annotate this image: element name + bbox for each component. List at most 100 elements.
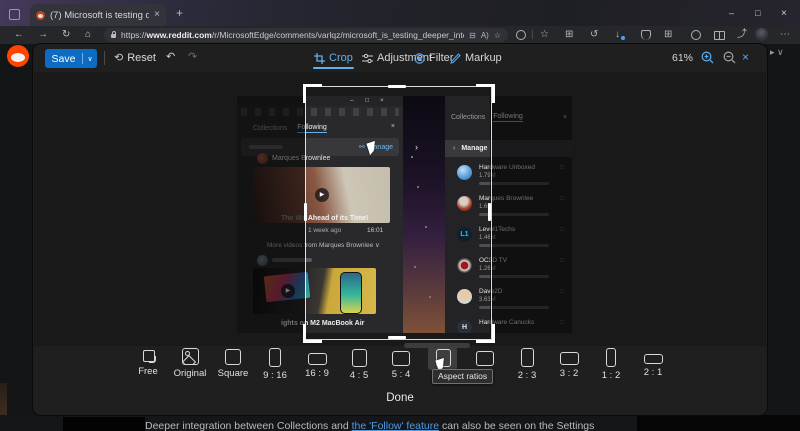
ratio-4-5-icon: [352, 349, 367, 367]
browser-tab[interactable]: (7) Microsoft is testing deeper in... ×: [30, 4, 166, 26]
crop-handle-top-right[interactable]: [476, 84, 495, 103]
shield-icon[interactable]: [641, 30, 651, 40]
settings-more-icon[interactable]: ⋯: [780, 29, 790, 40]
ratio-9-16-icon: [269, 348, 281, 367]
markup-pen-icon: [450, 53, 461, 64]
redo-icon[interactable]: ↷: [188, 51, 197, 63]
aspect-original[interactable]: Original: [171, 348, 209, 386]
adjustment-icon: [362, 53, 373, 64]
square-icon: [225, 349, 241, 365]
collections-icon[interactable]: ⊞: [565, 29, 573, 40]
crop-handle-top-left[interactable]: [303, 84, 322, 103]
aspect-2-1[interactable]: 2 : 1: [634, 348, 672, 386]
toolbar-divider: [532, 30, 533, 39]
tab-close-icon[interactable]: ×: [154, 10, 160, 20]
reset-icon: ⟲: [114, 52, 123, 64]
aspect-free[interactable]: Free: [129, 348, 167, 386]
aspect-label: 5 : 4: [382, 369, 420, 380]
split-screen-icon[interactable]: [714, 31, 725, 40]
aspect-3-2[interactable]: 3 : 2: [550, 348, 588, 386]
favorites-icon[interactable]: ☆: [540, 29, 549, 40]
bottom-text-post: can also be seen on the Settings: [439, 420, 594, 431]
aspect-label: 4 : 5: [340, 370, 378, 381]
crop-rectangle[interactable]: [305, 86, 492, 340]
window-minimize-button[interactable]: –: [729, 8, 734, 18]
ratio-3-2-icon: [560, 352, 579, 365]
save-label: Save: [45, 53, 82, 65]
follow-feature-link[interactable]: the 'Follow' feature: [352, 420, 439, 431]
tab-crop-underline: [313, 67, 354, 69]
done-button[interactable]: Done: [372, 392, 428, 408]
aspect-label: 2 : 1: [634, 367, 672, 378]
lock-icon: [111, 34, 116, 38]
aspect-label: Original: [171, 368, 209, 379]
aspect-16-9[interactable]: 16 : 9: [298, 348, 336, 386]
url-prefix: https://: [121, 30, 147, 40]
save-dropdown-icon[interactable]: ∨: [83, 55, 97, 63]
browser-window: (7) Microsoft is testing deeper in... × …: [0, 0, 800, 431]
split-tab-icon[interactable]: ⊟: [469, 31, 476, 40]
page-image-fragment: [0, 383, 7, 415]
browser-essentials-icon[interactable]: [691, 30, 701, 40]
save-button[interactable]: Save ∨: [45, 49, 97, 68]
free-crop-icon: [141, 348, 156, 363]
tab-actions-icon[interactable]: [9, 9, 20, 20]
aspect-label: 9 : 16: [256, 370, 294, 381]
home-button[interactable]: ⌂: [85, 29, 91, 41]
page-bottom-image-right: [637, 415, 800, 431]
page-bottom-text: Deeper integration between Collections a…: [145, 420, 594, 431]
tab-title: (7) Microsoft is testing deeper in...: [50, 10, 149, 21]
aspect-9-16[interactable]: 9 : 16: [256, 348, 294, 386]
url-path: /r/MicrosoftEdge/comments/varlqz/microso…: [212, 30, 464, 40]
aspect-1-2[interactable]: 1 : 2: [592, 348, 630, 386]
filter-icon: [414, 53, 425, 64]
window-maximize-button[interactable]: □: [755, 8, 760, 18]
tab-markup[interactable]: Markup: [450, 49, 502, 67]
ratio-4-3-icon: [476, 351, 494, 366]
window-close-button[interactable]: ×: [781, 8, 787, 19]
read-aloud-icon[interactable]: A): [481, 31, 489, 40]
crop-handle-right[interactable]: [488, 203, 491, 221]
tab-crop[interactable]: Crop: [314, 49, 353, 67]
reset-button[interactable]: ⟲ Reset: [114, 50, 156, 66]
aspect-label: 1 : 2: [592, 370, 630, 381]
zoom-level: 61%: [672, 52, 693, 64]
downloads-icon[interactable]: ↓: [615, 29, 620, 40]
chevron-down-icon: ∨: [777, 47, 784, 57]
aspect-label: 16 : 9: [298, 368, 336, 379]
crop-handle-bottom-left[interactable]: [303, 324, 322, 343]
address-input[interactable]: https://www.reddit.com/r/MicrosoftEdge/c…: [104, 28, 508, 42]
forward-button[interactable]: →: [38, 29, 48, 41]
crop-dim-left: [237, 96, 305, 333]
aspect-square[interactable]: Square: [214, 348, 252, 386]
aspect-label: Square: [214, 368, 252, 379]
extension-icon[interactable]: [516, 30, 526, 40]
undo-icon[interactable]: ↶: [166, 51, 175, 63]
apps-grid-icon[interactable]: ⊞: [664, 29, 672, 40]
zoom-in-icon[interactable]: [701, 51, 714, 64]
subreddit-logo: [7, 45, 29, 67]
add-favorite-icon[interactable]: ☆: [494, 31, 501, 40]
editor-close-icon[interactable]: ×: [742, 50, 749, 64]
profile-avatar[interactable]: [755, 28, 768, 41]
zoom-out-icon[interactable]: [723, 51, 736, 64]
aspect-2-3[interactable]: 2 : 3: [508, 348, 546, 386]
crop-handle-top[interactable]: [388, 85, 406, 88]
share-icon[interactable]: ⤴: [737, 29, 747, 40]
crop-icon: [314, 53, 325, 64]
aspect-5-4[interactable]: 5 : 4: [382, 348, 420, 386]
back-button[interactable]: ←: [14, 29, 24, 41]
aspect-label: 2 : 3: [508, 370, 546, 381]
tab-filter[interactable]: Filter: [414, 49, 453, 67]
crop-dim-right: [490, 96, 572, 333]
url-domain: www.reddit.com: [147, 30, 212, 40]
ratio-2-3-icon: [521, 348, 534, 367]
refresh-button[interactable]: ↻: [62, 29, 70, 41]
crop-handle-bottom-right[interactable]: [476, 324, 495, 343]
crop-handle-left[interactable]: [304, 203, 307, 221]
tab-favicon-icon: [36, 11, 45, 20]
new-tab-button[interactable]: +: [176, 8, 183, 18]
aspect-4-5[interactable]: 4 : 5: [340, 348, 378, 386]
crop-handle-bottom[interactable]: [388, 336, 406, 339]
history-icon[interactable]: ↺: [590, 29, 598, 40]
